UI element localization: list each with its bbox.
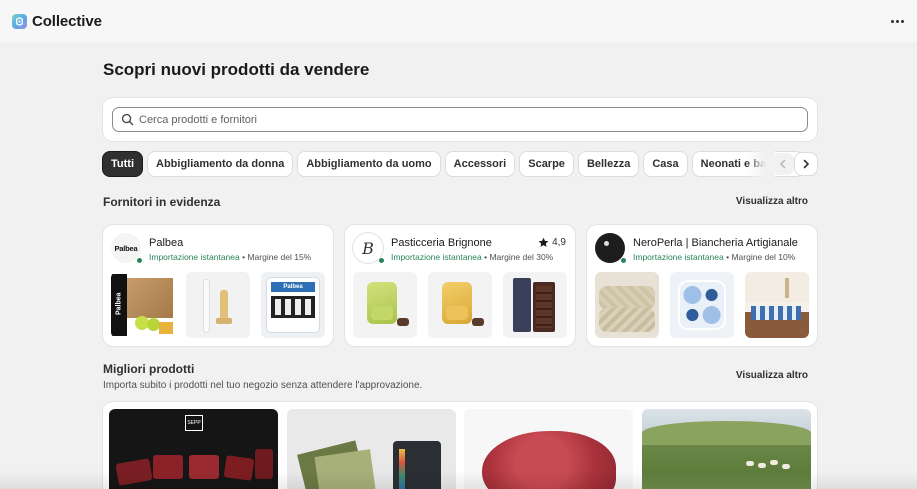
featured-view-more-link[interactable]: Visualizza altro (736, 196, 808, 207)
supplier-thumbnails: Palbea Palbea (111, 272, 325, 338)
top-bar: Collective (0, 0, 917, 42)
import-label: Importazione istantanea (391, 252, 482, 262)
category-tabs: Tutti Abbigliamento da donna Abbigliamen… (103, 152, 804, 177)
best-products-subtitle: Importa subito i prodotti nel tuo negozi… (103, 380, 423, 391)
search-input[interactable] (139, 113, 789, 126)
supplier-card-pasticceria-brignone[interactable]: B Pasticceria Brignone 4,9 Importazione … (345, 225, 575, 346)
tab-tutti[interactable]: Tutti (103, 152, 143, 176)
search-card (103, 98, 817, 141)
supplier-name: NeroPerla | Biancheria Artigianale (633, 237, 798, 249)
page-title: Scopri nuovi prodotti da vendere (103, 60, 370, 79)
import-label: Importazione istantanea (633, 252, 724, 262)
supplier-rating: 4,9 (538, 237, 566, 248)
collective-logo-icon (12, 13, 27, 29)
chevron-left-icon[interactable] (772, 153, 794, 175)
brand-badge: SEPP (185, 415, 203, 431)
app-title: Collective (32, 12, 102, 30)
online-status-dot (620, 257, 627, 264)
supplier-meta: Importazione istantanea • Margine del 15… (149, 252, 311, 262)
supplier-card-neroperla[interactable]: NeroPerla | Biancheria Artigianale Impor… (587, 225, 817, 346)
featured-title: Fornitori in evidenza (103, 195, 221, 209)
margin-label: • Margine del 10% (726, 252, 796, 262)
supplier-name: Palbea (149, 237, 184, 249)
online-status-dot (136, 257, 143, 264)
supplier-meta: Importazione istantanea • Margine del 30… (391, 252, 553, 262)
tab-accessori[interactable]: Accessori (445, 152, 515, 176)
palbea-pack-label: Palbea (271, 282, 315, 292)
tab-bellezza[interactable]: Bellezza (578, 152, 639, 176)
supplier-card-palbea[interactable]: Palbea Palbea Importazione istantanea • … (103, 225, 333, 346)
best-view-more-link[interactable]: Visualizza altro (736, 370, 808, 381)
product-thumb[interactable] (186, 272, 250, 338)
product-thumb[interactable]: Palbea (261, 272, 325, 338)
product-thumb[interactable] (670, 272, 734, 338)
supplier-thumbnails (595, 272, 809, 338)
chevron-right-icon[interactable] (795, 153, 817, 175)
star-icon (538, 237, 549, 247)
margin-label: • Margine del 30% (484, 252, 554, 262)
product-thumb[interactable] (353, 272, 417, 338)
tabs-fade (745, 150, 775, 178)
search-box[interactable] (112, 107, 808, 132)
supplier-meta: Importazione istantanea • Margine del 10… (633, 252, 795, 262)
product-thumb[interactable] (595, 272, 659, 338)
product-thumb[interactable]: Palbea (111, 272, 175, 338)
bottom-shade (0, 470, 917, 489)
tab-abbigliamento-donna[interactable]: Abbigliamento da donna (148, 152, 293, 176)
online-status-dot (378, 257, 385, 264)
tab-scarpe[interactable]: Scarpe (520, 152, 573, 176)
margin-label: • Margine del 15% (242, 252, 312, 262)
import-label: Importazione istantanea (149, 252, 240, 262)
product-thumb[interactable] (745, 272, 809, 338)
rating-value: 4,9 (552, 237, 566, 248)
search-icon (121, 113, 134, 126)
supplier-name: Pasticceria Brignone (391, 237, 492, 249)
product-thumb[interactable] (428, 272, 492, 338)
palbea-box-text: Palbea (115, 292, 123, 316)
supplier-thumbnails (353, 272, 567, 338)
tab-casa[interactable]: Casa (644, 152, 687, 176)
best-products-title: Migliori prodotti (103, 362, 195, 376)
tab-abbigliamento-uomo[interactable]: Abbigliamento da uomo (298, 152, 440, 176)
product-thumb[interactable] (503, 272, 567, 338)
more-icon[interactable] (887, 12, 907, 30)
